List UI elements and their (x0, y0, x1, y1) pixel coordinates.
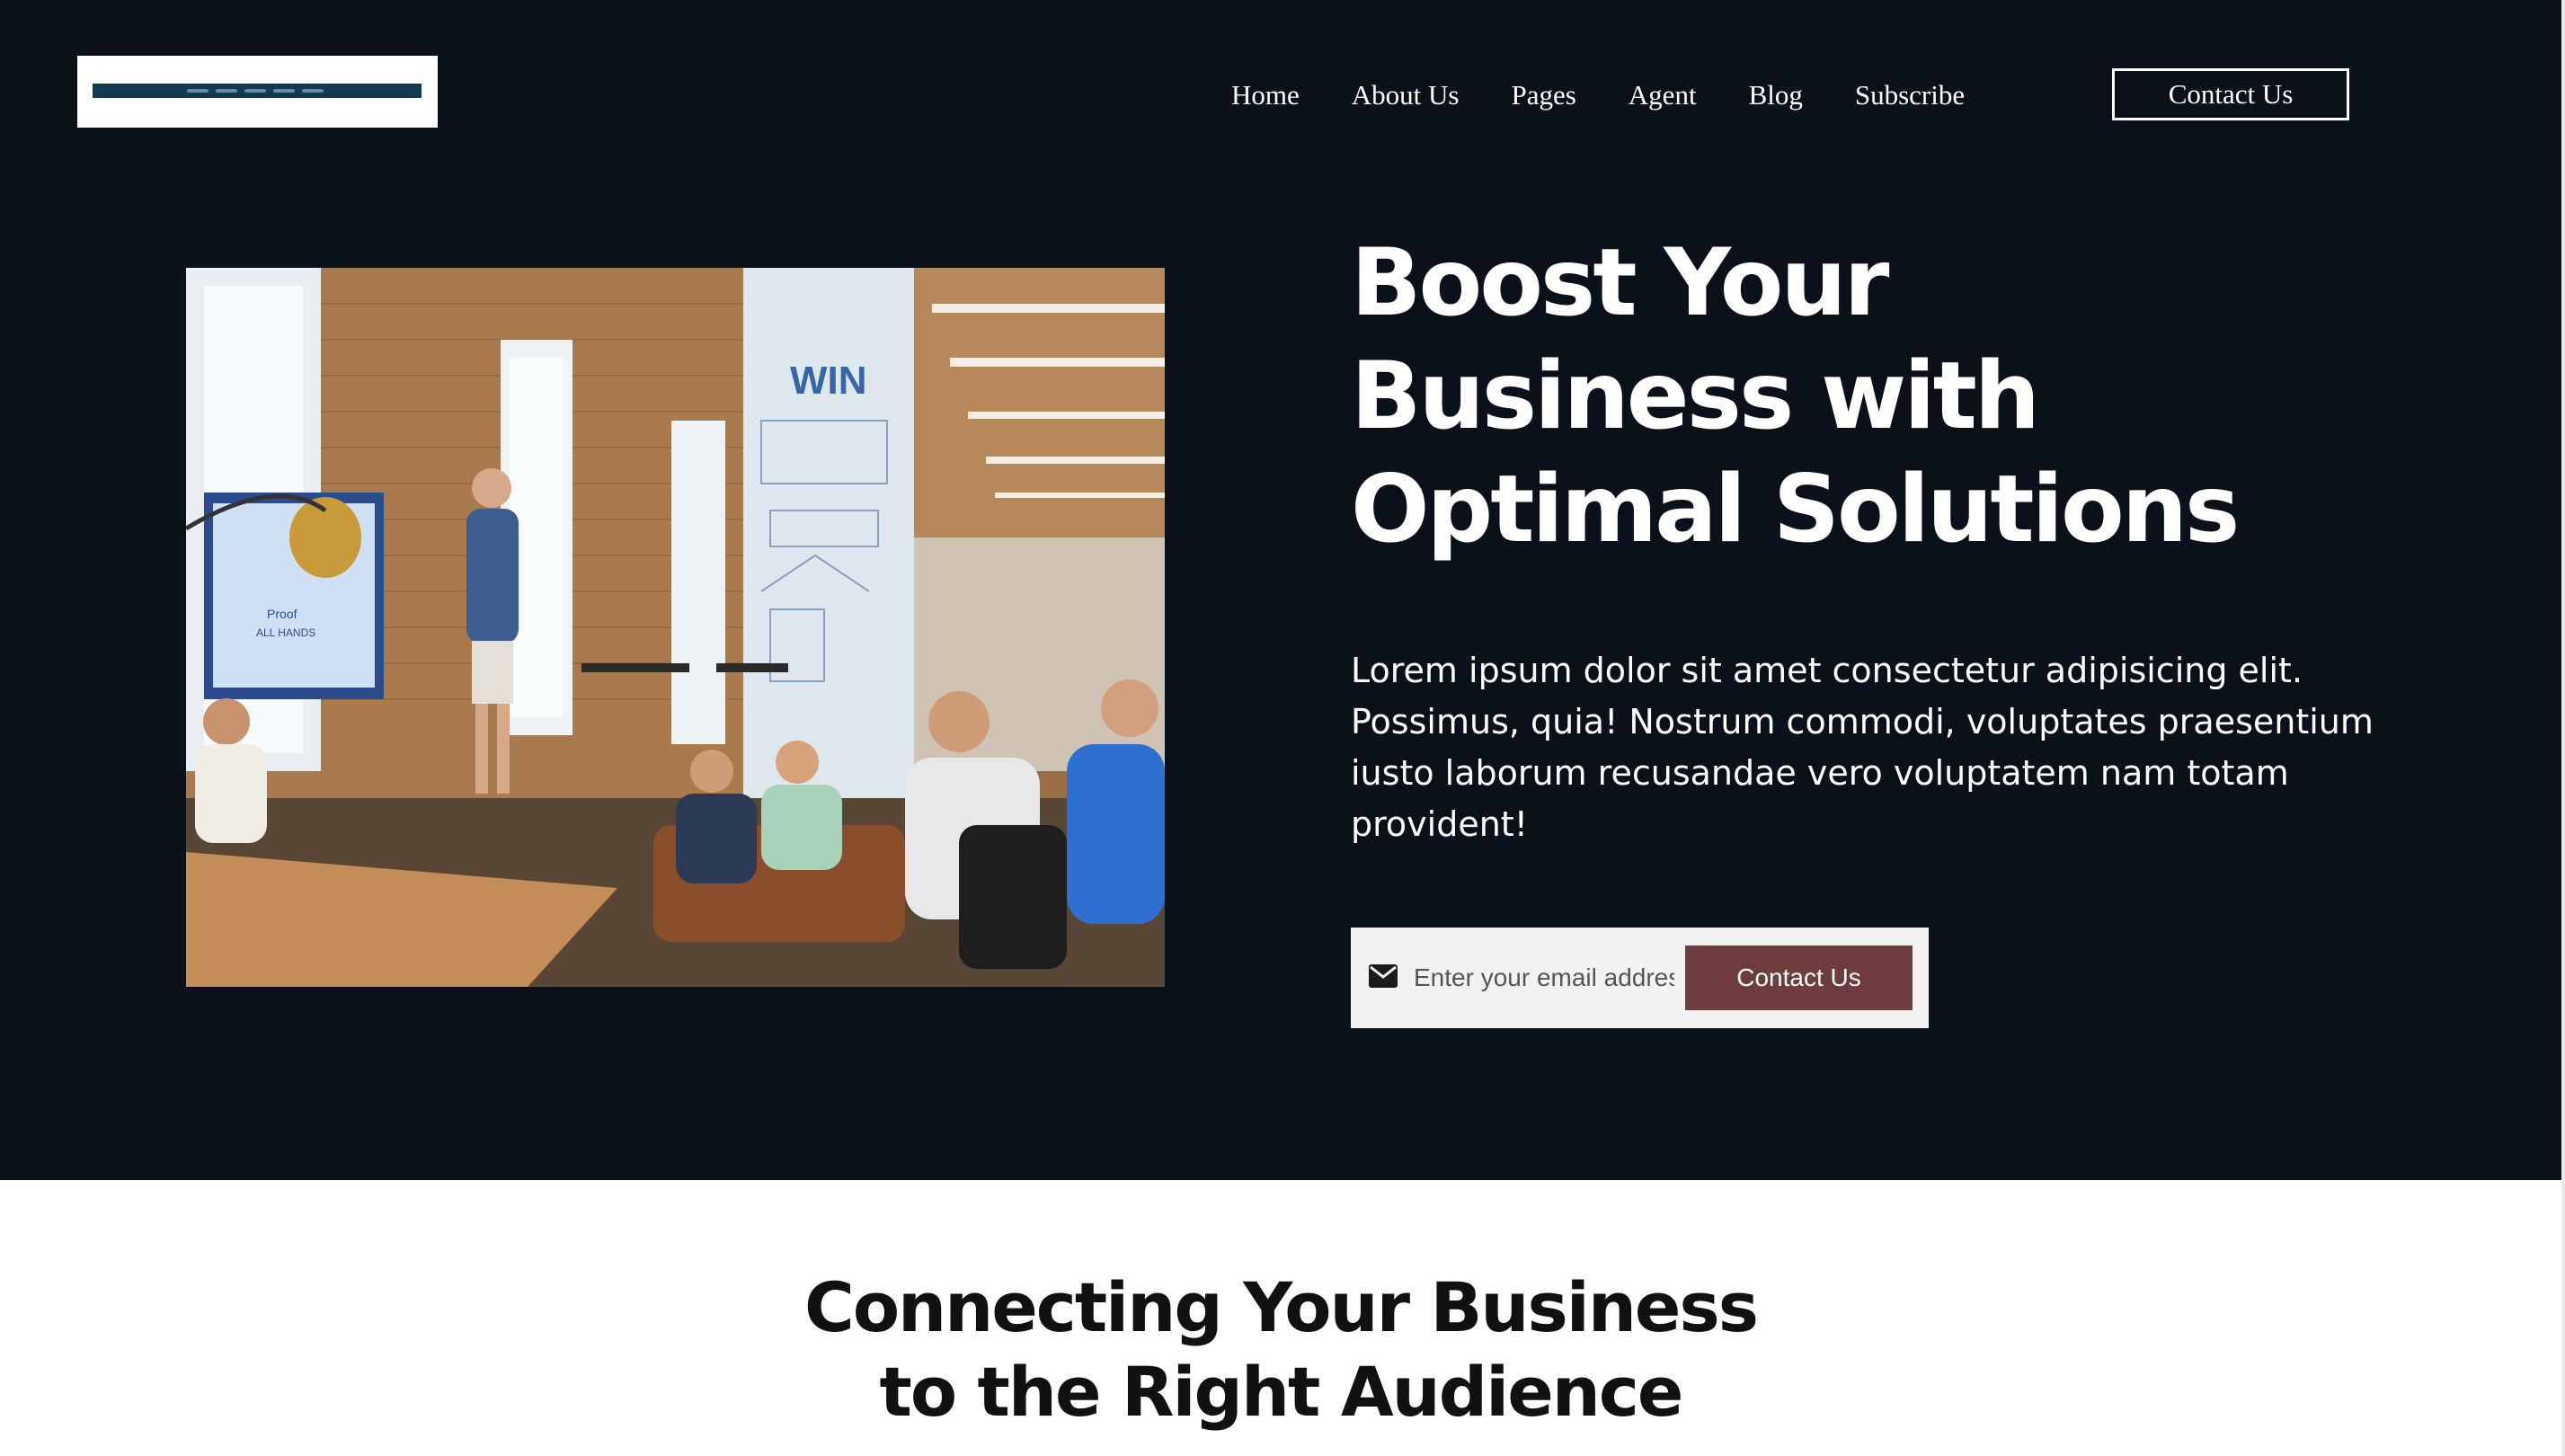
logo-mark (170, 86, 341, 95)
email-input[interactable] (1414, 947, 1674, 1008)
section-title-line-2: to the Right Audience (879, 1352, 1684, 1432)
hero-description: Lorem ipsum dolor sit amet consectetur a… (1351, 651, 2374, 844)
hero-title-line-1: Boost Your (1351, 229, 1889, 337)
site-logo[interactable] (77, 56, 438, 128)
nav-blog[interactable]: Blog (1749, 77, 1803, 113)
hero-section: Home About Us Pages Agent Blog Subscribe… (0, 0, 2561, 1180)
section-title-line-1: Connecting Your Business (804, 1267, 1759, 1347)
hero-title-line-2: Business with (1351, 342, 2040, 450)
svg-text:ALL HANDS: ALL HANDS (256, 626, 315, 639)
nav-subscribe[interactable]: Subscribe (1855, 77, 1965, 113)
svg-text:Proof: Proof (267, 607, 297, 621)
nav-about-us[interactable]: About Us (1352, 77, 1460, 113)
hero-image: WIN Proof ALL HANDS (186, 268, 1165, 987)
envelope-icon (1369, 964, 1398, 988)
nav-agent[interactable]: Agent (1629, 77, 1697, 113)
nav-home[interactable]: Home (1231, 77, 1300, 113)
section-title: Connecting Your Business to the Right Au… (0, 1265, 2561, 1434)
nav-pages[interactable]: Pages (1511, 77, 1575, 113)
logo-bar (93, 84, 422, 98)
contact-us-button[interactable]: Contact Us (2112, 68, 2349, 120)
svg-text:WIN: WIN (790, 359, 867, 403)
hero-title: Boost Your Business with Optimal Solutio… (1351, 226, 2339, 566)
form-contact-us-button[interactable]: Contact Us (1685, 946, 1913, 1010)
page-edge (2561, 0, 2565, 1456)
main-nav: Home About Us Pages Agent Blog Subscribe (1231, 77, 2017, 113)
email-form: Contact Us (1351, 928, 1929, 1028)
hero-title-line-3: Optimal Solutions (1351, 456, 2240, 564)
